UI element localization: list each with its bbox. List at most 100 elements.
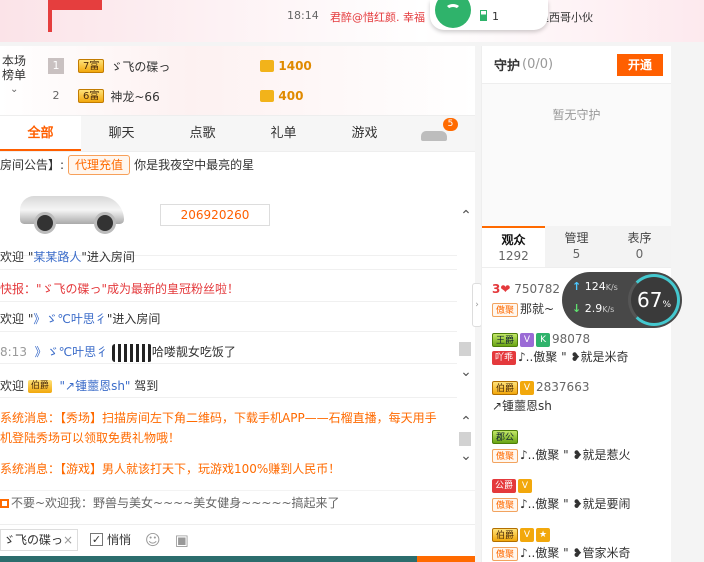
user-name: 那就~ bbox=[520, 302, 555, 316]
rank-badge: 公爵 bbox=[492, 478, 517, 493]
emoticon-icon bbox=[111, 343, 152, 362]
rank-name[interactable]: ゞ飞の碟っ bbox=[110, 58, 260, 75]
tab-car[interactable]: 5 bbox=[405, 116, 465, 151]
room-id-box[interactable]: 206920260 bbox=[160, 204, 270, 226]
list-item[interactable]: 伯爵 V ★ bbox=[492, 525, 552, 543]
chat-username[interactable]: 》ゞ℃叶思彳 bbox=[33, 312, 106, 326]
car-badge: 5 bbox=[443, 118, 458, 131]
download-arrow-icon: ↓ bbox=[572, 302, 582, 315]
tab-admins[interactable]: 管理 5 bbox=[545, 226, 608, 267]
chat-text: 哈喽靓女吃饭了 bbox=[151, 345, 236, 359]
speed-unit: K/s bbox=[602, 305, 615, 314]
chat-username[interactable]: "↗锺蘁恩sh" bbox=[60, 379, 131, 393]
scroll-up-icon[interactable]: ⌃ bbox=[459, 208, 473, 224]
chat-text: 欢迎 " bbox=[0, 250, 34, 264]
list-item[interactable]: 傲聚 ♪..傲聚 " ❥就是要闹 bbox=[492, 495, 631, 513]
chat-line: 快报："ゞ飞の碟っ"成为最新的皇冠粉丝啦！ bbox=[0, 280, 457, 302]
tab-count: 0 bbox=[635, 247, 644, 261]
guard-title: 守护 bbox=[494, 59, 521, 74]
system-message: 系统消息：【秀场】扫描房间左下角二维码，下载手机APP——石榴直播，每天用手 机… bbox=[0, 408, 457, 448]
tab-games[interactable]: 游戏 bbox=[324, 116, 405, 151]
notice-text: 你是我夜空中最亮的星 bbox=[134, 158, 255, 172]
scrollbar-thumb[interactable] bbox=[459, 342, 471, 356]
tab-chat[interactable]: 聊天 bbox=[81, 116, 162, 151]
vip-icon: V bbox=[520, 380, 535, 395]
user-name: ♪..傲聚 " ❥就是米奇 bbox=[518, 350, 629, 364]
chat-line: 8:13 》ゞ℃叶思彳 哈喽靓女吃饭了 bbox=[0, 340, 457, 364]
chat-messages: 房间公告】: 代理充值 你是我夜空中最亮的星 206920260 欢迎 "某某路人"… bbox=[0, 152, 475, 500]
fan-badge: 傲聚 bbox=[492, 497, 519, 512]
top-message: 君醉@惜红颜. 幸福 bbox=[330, 11, 425, 24]
rank-num: 2 bbox=[52, 89, 60, 102]
quiet-checkbox[interactable]: ✓ bbox=[90, 533, 103, 546]
star-icon: ★ bbox=[536, 527, 551, 542]
chat-username[interactable]: 某某路人 bbox=[33, 250, 81, 264]
vip-icon: V bbox=[520, 332, 535, 347]
k-icon: K bbox=[536, 332, 551, 347]
image-icon[interactable]: ▣ bbox=[175, 531, 189, 549]
list-item[interactable]: 傲聚 ♪..傲聚 " ❥就是惹火 bbox=[492, 446, 631, 464]
chat-username[interactable]: 》ゞ℃叶思彳 bbox=[35, 345, 108, 359]
scroll-down-icon[interactable]: ⌄ bbox=[459, 364, 473, 380]
room-notice: 房间公告】: 代理充值 你是我夜空中最亮的星 bbox=[0, 154, 457, 176]
chat-line: 欢迎 "某某路人"进入房间 bbox=[0, 248, 457, 270]
chat-time: 8:13 bbox=[0, 345, 27, 359]
tab-label: 表序 bbox=[627, 231, 652, 245]
wifi-count: 1 bbox=[492, 10, 499, 23]
open-guard-button[interactable]: 开通 bbox=[617, 53, 663, 76]
list-item[interactable]: 王爵 V K 98078 bbox=[492, 330, 590, 348]
guard-header: 守护 (0/0) 开通 bbox=[482, 46, 671, 84]
scroll-up-icon[interactable]: ⌃ bbox=[459, 414, 473, 430]
list-item[interactable]: 傲聚 ♪..傲聚 " ❥管家米奇 bbox=[492, 544, 631, 562]
upload-speed: ↑ 124K/s bbox=[572, 280, 618, 293]
tab-queue[interactable]: 表序 0 bbox=[608, 226, 671, 267]
tab-song[interactable]: 点歌 bbox=[162, 116, 243, 151]
user-id: 98078 bbox=[552, 332, 591, 346]
coin-icon bbox=[260, 90, 275, 102]
upload-arrow-icon: ↑ bbox=[572, 280, 582, 293]
network-speed-widget[interactable]: ↑ 124K/s ↓ 2.9K/s 67% bbox=[562, 272, 682, 328]
download-value: 2.9 bbox=[584, 302, 603, 315]
fan-badge: 傲聚 bbox=[492, 302, 519, 317]
chat-text: "进入房间 bbox=[81, 250, 135, 264]
vip-icon: V bbox=[518, 478, 533, 493]
rank-title[interactable]: 本场榜单 bbox=[2, 54, 30, 82]
list-item[interactable]: 傲聚 那就~ bbox=[492, 300, 554, 318]
user-name: ♪..傲聚 " ❥管家米奇 bbox=[520, 546, 631, 560]
wealth-badge: 7富 bbox=[78, 59, 105, 73]
heart-icon: ❤ bbox=[500, 282, 511, 296]
tab-gifts[interactable]: 礼单 bbox=[243, 116, 324, 151]
list-item[interactable]: 郡公 bbox=[492, 427, 520, 445]
memory-gauge: 67% bbox=[628, 274, 680, 326]
emoji-icon[interactable]: ☺ bbox=[145, 531, 161, 549]
list-item[interactable]: 3❤ 750782 bbox=[492, 280, 560, 298]
close-icon[interactable]: × bbox=[63, 530, 73, 550]
tab-count: 5 bbox=[572, 247, 581, 261]
fan-badge: 吖乖 bbox=[492, 350, 517, 365]
tab-label: 管理 bbox=[564, 231, 589, 245]
chevron-down-icon[interactable]: ⌄ bbox=[10, 84, 18, 95]
list-item[interactable]: ↗锺蘁恩sh bbox=[492, 397, 552, 415]
wifi-popup[interactable]: 1 bbox=[430, 0, 548, 30]
rank-name[interactable]: 神龙~66 bbox=[110, 88, 260, 105]
rank-value: 1400 bbox=[278, 59, 312, 73]
upload-value: 124 bbox=[584, 280, 606, 293]
list-item[interactable]: 伯爵 V 2837663 bbox=[492, 378, 589, 396]
chat-target-select[interactable]: ゞ飞の碟っ × bbox=[0, 528, 78, 551]
rank-row[interactable]: 2 6富 神龙~66 400 bbox=[48, 86, 448, 106]
input-bar: ゞ飞の碟っ × ✓ 悄悄 ☺ ▣ bbox=[0, 524, 475, 554]
scrollbar-thumb[interactable] bbox=[459, 432, 471, 446]
tab-all[interactable]: 全部 bbox=[0, 116, 81, 151]
download-speed: ↓ 2.9K/s bbox=[572, 302, 614, 315]
tab-audience[interactable]: 观众 1292 bbox=[482, 226, 545, 267]
chat-text: 欢迎 " bbox=[0, 312, 34, 326]
rank-num: 1 bbox=[48, 58, 64, 74]
list-item[interactable]: 吖乖 ♪..傲聚 " ❥就是米奇 bbox=[492, 348, 629, 366]
rank-badge: 伯爵 bbox=[492, 380, 519, 395]
rank-row[interactable]: 1 7富 ゞ飞の碟っ 1400 bbox=[48, 56, 448, 76]
list-item[interactable]: 公爵 V bbox=[492, 476, 534, 494]
user-name: ↗锺蘁恩sh bbox=[492, 399, 552, 413]
agent-recharge-button[interactable]: 代理充值 bbox=[68, 155, 131, 175]
system-text-line1: 系统消息：【秀场】扫描房间左下角二维码，下载手机APP——石榴直播，每天用手 bbox=[0, 411, 437, 425]
scroll-down-icon[interactable]: ⌄ bbox=[459, 448, 473, 464]
